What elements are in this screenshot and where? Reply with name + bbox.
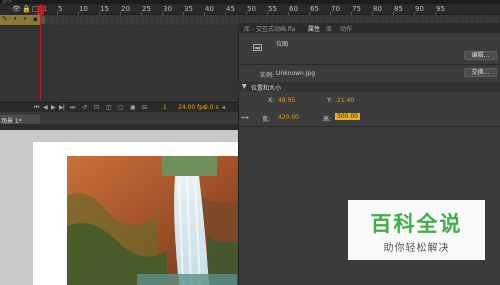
ruler-tick: 5 [57,5,63,15]
square-icon[interactable]: ▪ [33,15,38,23]
tab-library[interactable]: 库 [326,24,332,33]
instance-value: Unknown.jpg [276,70,316,77]
width-label: 宽: [262,116,271,123]
instance-label: 实例: [260,72,275,79]
ruler-tick: 20 [120,5,130,15]
last-frame-icon[interactable]: ⏭ [70,104,75,112]
watermark: 百科全说 助你轻松解决 [348,200,485,260]
ruler-tick: 80 [372,5,382,15]
ruler-tick: 10 [78,5,88,15]
ruler-tick: 95 [435,5,445,15]
y-label: Y: [327,97,332,104]
ruler-tick: 65 [309,5,319,15]
ruler-tick: 30 [162,5,172,15]
first-frame-icon[interactable]: ⏮ [34,104,39,112]
dot-icon[interactable]: • [23,15,27,23]
height-value[interactable]: 300.00 [335,113,360,120]
waterfall-bitmap[interactable] [67,156,238,285]
waterfall-photo-icon [67,156,238,285]
layer-controls[interactable]: ✎ • • ▪ [0,15,40,25]
current-frame: 1 [163,104,167,111]
ruler-tick: 75 [351,5,361,15]
height-label: 高: [323,116,332,123]
swap-button[interactable]: 交换... [464,68,497,77]
position-size-section[interactable]: ▼ 位置和大小 [238,82,500,92]
watermark-subtitle: 助你轻松解决 [383,243,450,254]
document-tab[interactable]: 场景 1* [0,115,40,125]
ruler-tick: 35 [183,5,193,15]
loop-icon[interactable]: ↺ [82,104,87,111]
ruler-tick: 55 [267,5,277,15]
link-icon[interactable]: ⊶ [241,113,249,122]
edit-multiple-icon[interactable]: ▣ [130,104,136,111]
tab-actions[interactable]: 动作 [340,24,352,33]
ruler-tick: 70 [330,5,340,15]
elapsed-time: 0.0 s [204,104,219,111]
x-label: X: [268,97,275,104]
watermark-title: 百科全说 [370,212,463,236]
y-value[interactable]: 21.40 [337,97,354,104]
layer-toggle-icons: 👁 🔒 □ [0,4,40,15]
width-value[interactable]: 420.00 [278,114,299,121]
frame-rate[interactable]: 24.00 fps [178,104,206,111]
tab-library-file[interactable]: 库 - 交互式动画.fla [244,24,295,33]
keyframe[interactable] [41,16,45,24]
section-title: 位置和大小 [251,85,282,92]
play-icon[interactable]: ▶ [51,104,56,111]
eye-icon[interactable]: 👁 [12,5,21,13]
ruler-tick: 45 [225,5,235,15]
markers-icon[interactable]: ⊟ [142,104,147,111]
playhead-line [40,4,41,100]
type-label: 位图 [276,41,289,48]
scroll-left-icon[interactable]: ◂ [222,104,225,111]
prev-frame-icon[interactable]: ◀ [43,104,48,111]
onion-skin-icon[interactable]: ◫ [106,104,112,111]
ruler-tick: 25 [141,5,151,15]
panel-tabs: 库 - 交互式动画.fla 属性 库 动作 [238,23,500,33]
timeline-toolbar: ⏮ ◀ ▶ ▶▏ ⏭ ↺ ⊡ ◫ ▢ ▣ ⊟ 1 24.00 fps 0.0 s… [0,102,238,112]
x-value[interactable]: 48.95 [278,97,295,104]
timeline-empty-area [0,26,238,102]
divider [238,126,500,127]
edit-button[interactable]: 编辑... [464,51,497,60]
dot-icon[interactable]: • [13,15,17,23]
lock-icon[interactable]: 🔒 [22,5,31,13]
onion-outline-icon[interactable]: ▢ [118,104,124,111]
collapse-arrow-icon[interactable]: ▼ [242,83,247,90]
bitmap-icon [253,44,262,51]
ruler-tick: 40 [204,5,214,15]
tab-properties[interactable]: 属性 [308,24,320,33]
divider [238,64,500,65]
ruler-tick: 50 [246,5,256,15]
center-frame-icon[interactable]: ⊡ [94,104,99,111]
next-frame-icon[interactable]: ▶▏ [59,104,68,111]
pencil-icon: ✎ [2,15,8,23]
ruler-tick: 90 [414,5,424,15]
ruler-tick: 60 [288,5,298,15]
ruler-tick: 85 [393,5,403,15]
frame-ruler[interactable]: 1 5 10 15 20 25 30 35 40 45 50 55 60 65 … [40,4,500,15]
ruler-tick: 15 [99,5,109,15]
